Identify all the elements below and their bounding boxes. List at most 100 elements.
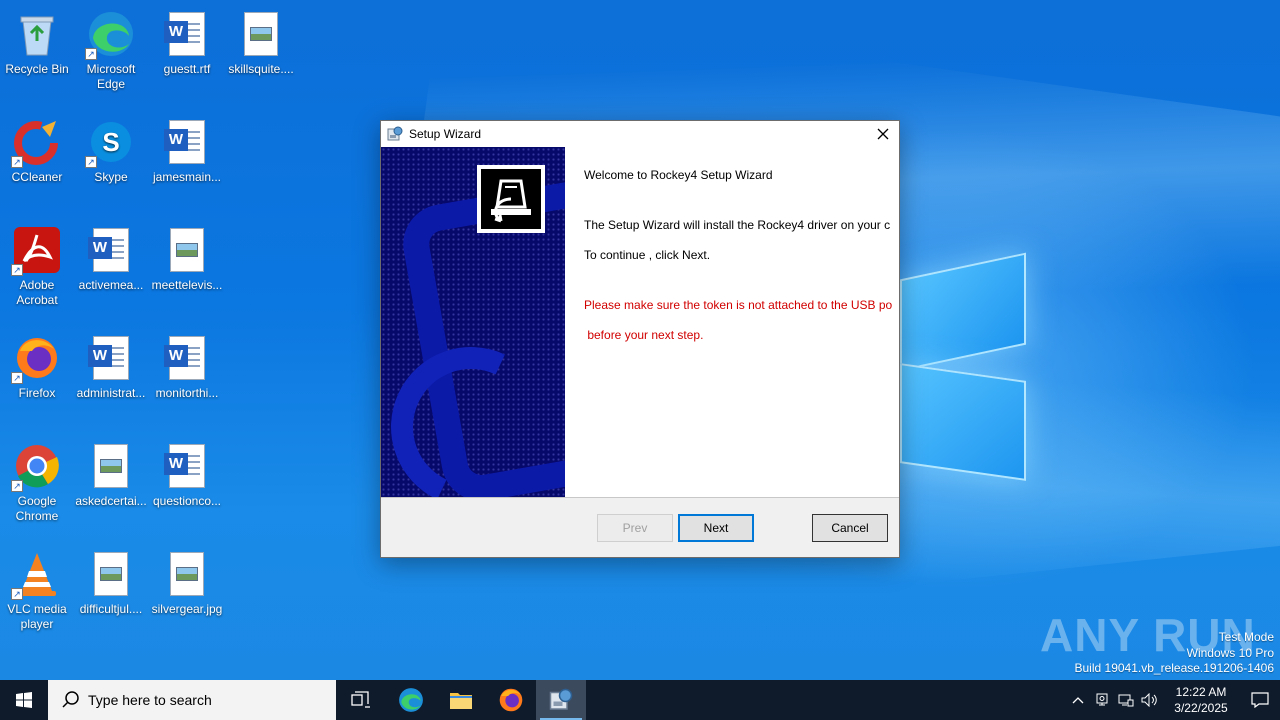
test-mode-label: Test Mode — [1218, 630, 1274, 644]
os-edition-label: Windows 10 Pro — [1186, 645, 1274, 660]
ccleaner-icon: ↗ — [11, 118, 61, 168]
desktop-icon-label: silvergear.jpg — [151, 602, 223, 616]
volume-button[interactable] — [1138, 680, 1162, 720]
desktop-icon-difficultjul[interactable]: difficultjul.... — [73, 544, 149, 644]
word-document-icon: W — [87, 226, 135, 274]
shortcut-arrow-icon: ↗ — [11, 588, 23, 600]
desktop-icon-label: administrat... — [76, 386, 146, 400]
shortcut-arrow-icon: ↗ — [11, 480, 23, 492]
desktop-icon-questionco[interactable]: W questionco... — [149, 436, 225, 536]
usb-token-icon — [477, 165, 545, 233]
next-button[interactable]: Next — [678, 514, 754, 542]
shortcut-arrow-icon: ↗ — [11, 264, 23, 276]
desktop-icon-recycle-bin[interactable]: Recycle Bin — [0, 4, 75, 104]
desktop-icon-label: Google Chrome — [15, 494, 59, 523]
prev-button[interactable]: Prev — [597, 514, 673, 542]
wizard-banner — [381, 147, 565, 497]
desktop-icon-label: Microsoft Edge — [86, 62, 136, 91]
taskbar-edge[interactable] — [386, 680, 436, 720]
desktop-icon-label: Skype — [94, 170, 128, 184]
taskbar-firefox[interactable] — [486, 680, 536, 720]
desktop-icon-administrat[interactable]: W administrat... — [73, 328, 149, 428]
desktop-icon-label: difficultjul.... — [79, 602, 143, 616]
firefox-icon — [499, 688, 523, 712]
word-document-icon: W — [163, 118, 211, 166]
install-description: The Setup Wizard will install the Rockey… — [584, 218, 891, 232]
desktop-icon-label: activemea... — [78, 278, 144, 292]
edge-icon: ↗ — [85, 10, 135, 60]
vlc-cone-icon: ↗ — [11, 550, 61, 600]
start-button[interactable] — [0, 680, 48, 720]
system-info: Test Mode Windows 10 Pro Build 19041.vb_… — [1075, 630, 1275, 677]
image-file-icon — [237, 10, 285, 58]
word-document-icon: W — [163, 10, 211, 58]
desktop-icon-label: CCleaner — [11, 170, 63, 184]
desktop-icon-guestt[interactable]: W guestt.rtf — [149, 4, 225, 104]
edge-icon — [399, 688, 423, 712]
folder-icon — [450, 693, 472, 709]
desktop-icon-firefox[interactable]: ↗ Firefox — [0, 328, 75, 428]
taskbar-clock[interactable]: 12:22 AM 3/22/2025 — [1162, 684, 1240, 716]
task-view-icon — [351, 691, 370, 708]
shortcut-arrow-icon: ↗ — [85, 156, 97, 168]
installer-icon — [549, 688, 573, 710]
desktop-icon-microsoft-edge[interactable]: ↗ Microsoft Edge — [73, 4, 149, 104]
desktop-icon-skillsquite[interactable]: skillsquite.... — [223, 4, 299, 104]
action-center-button[interactable] — [1240, 680, 1280, 720]
desktop-icon-label: monitorthi... — [155, 386, 219, 400]
desktop-icon-label: Firefox — [18, 386, 56, 400]
notification-icon — [1251, 692, 1269, 708]
desktop-icon-skype[interactable]: S ↗ Skype — [73, 112, 149, 212]
desktop-icon-google-chrome[interactable]: ↗ Google Chrome — [0, 436, 75, 536]
search-icon — [60, 689, 82, 711]
taskbar-file-explorer[interactable] — [436, 680, 486, 720]
desktop-icon-activemea[interactable]: W activemea... — [73, 220, 149, 320]
network-button[interactable] — [1114, 680, 1138, 720]
desktop-icon-label: skillsquite.... — [228, 62, 294, 76]
button-separator — [381, 497, 899, 498]
image-file-icon — [163, 550, 211, 598]
build-label: Build 19041.vb_release.191206-1406 — [1074, 661, 1275, 675]
desktop-icon-meettelevis[interactable]: meettelevis... — [149, 220, 225, 320]
cancel-button[interactable]: Cancel — [812, 514, 888, 542]
desktop-icon-label: askedcertai... — [75, 494, 147, 508]
wizard-content: Welcome to Rockey4 Setup Wizard The Setu… — [584, 147, 896, 497]
clock-time: 12:22 AM — [1175, 685, 1227, 699]
clock-date: 3/22/2025 — [1174, 701, 1228, 715]
svg-text:S: S — [102, 127, 119, 157]
search-placeholder: Type here to search — [88, 692, 212, 708]
shortcut-arrow-icon: ↗ — [11, 372, 23, 384]
word-document-icon: W — [163, 442, 211, 490]
google-chrome-icon: ↗ — [11, 442, 61, 492]
speaker-icon — [1141, 693, 1157, 707]
desktop-icon-silvergear[interactable]: silvergear.jpg — [149, 544, 225, 644]
warning-line-2: before your next step. — [584, 328, 704, 342]
show-hidden-icons-button[interactable] — [1066, 680, 1090, 720]
title-bar[interactable]: Setup Wizard — [381, 121, 899, 147]
taskbar-search-box[interactable]: Type here to search — [48, 680, 336, 720]
desktop-icon-ccleaner[interactable]: ↗ CCleaner — [0, 112, 75, 212]
windows-logo-icon — [16, 692, 32, 708]
window-title: Setup Wizard — [409, 127, 482, 141]
desktop-icon-adobe-acrobat[interactable]: ↗ Adobe Acrobat — [0, 220, 75, 320]
task-view-button[interactable] — [336, 680, 386, 720]
taskbar-setup-wizard[interactable] — [536, 680, 586, 720]
desktop-icon-jamesmain[interactable]: W jamesmain... — [149, 112, 225, 212]
desktop-icon-label: jamesmain... — [152, 170, 222, 184]
desktop-icon-monitorthi[interactable]: W monitorthi... — [149, 328, 225, 428]
word-document-icon: W — [163, 334, 211, 382]
word-document-icon: W — [87, 334, 135, 382]
close-button[interactable] — [867, 121, 899, 147]
warning-line-1: Please make sure the token is not attach… — [584, 298, 893, 312]
desktop-icon-label: guestt.rtf — [163, 62, 211, 76]
installer-icon — [387, 126, 403, 142]
desktop-icon-vlc[interactable]: ↗ VLC media player — [0, 544, 75, 644]
wizard-body: Welcome to Rockey4 Setup Wizard The Setu… — [381, 147, 899, 497]
desktop-icon-askedcertai[interactable]: askedcertai... — [73, 436, 149, 536]
shortcut-arrow-icon: ↗ — [85, 48, 97, 60]
windows-logo-pane — [900, 363, 1026, 481]
desktop-icon-label: Recycle Bin — [5, 62, 69, 76]
desktop: Recycle Bin ↗ CCleaner ↗ Adobe Acrobat ↗… — [0, 0, 1280, 680]
skype-icon: S ↗ — [85, 118, 135, 168]
tray-device-button[interactable] — [1090, 680, 1114, 720]
